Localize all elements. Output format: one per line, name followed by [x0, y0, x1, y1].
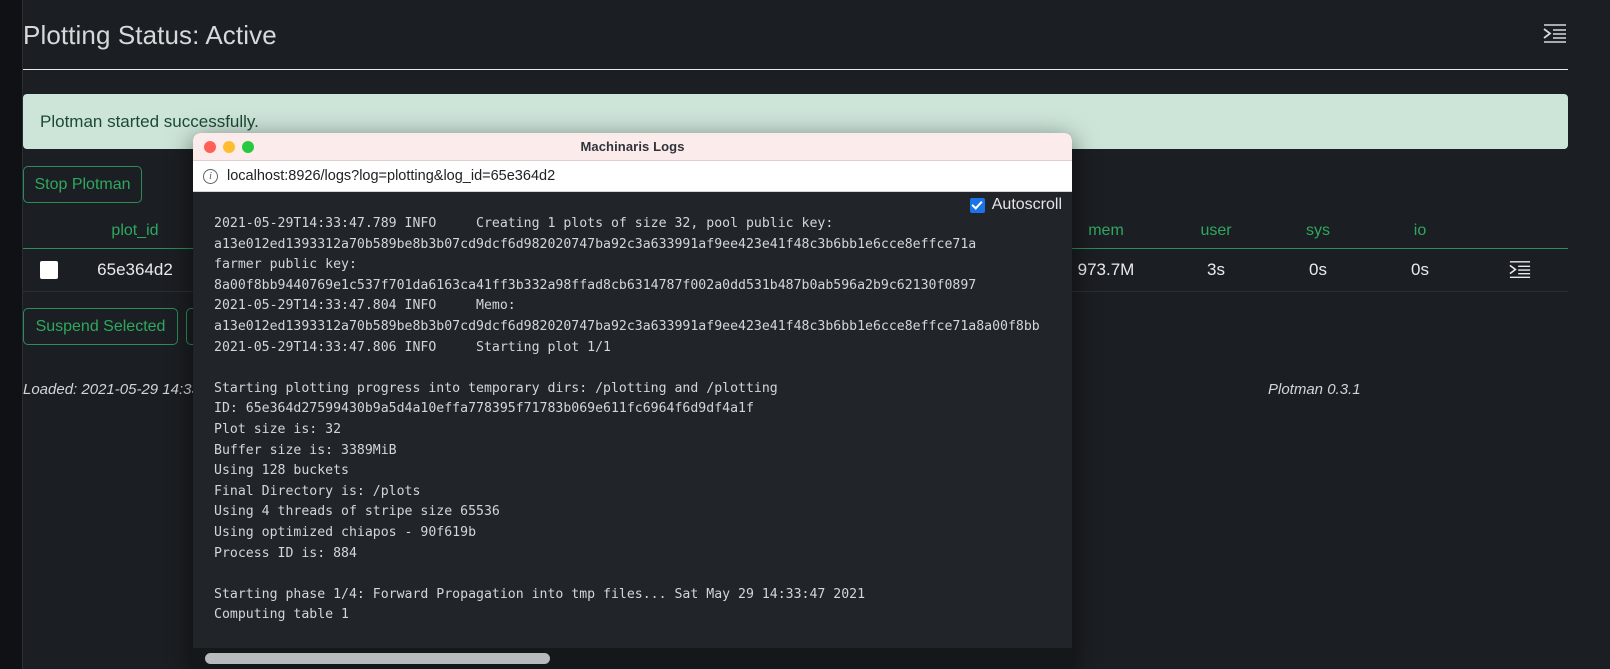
cell-plot-id: 65e364d2: [97, 260, 173, 279]
console-icon[interactable]: [1542, 22, 1568, 46]
log-viewer: Autoscroll 2021-05-29T14:33:47.789 INFO …: [193, 192, 1072, 669]
log-line: farmer public key:: [214, 257, 357, 273]
log-line: Final Directory is: /plots: [214, 483, 421, 499]
log-line: a13e012ed1393312a70b589be8b3b07cd9dcf6d9…: [214, 236, 977, 252]
log-line: Process ID is: 884: [214, 545, 357, 561]
column-header-sys: sys: [1306, 222, 1330, 239]
info-icon: i: [203, 168, 218, 184]
logs-window: Machinaris Logs i localhost:8926/logs?lo…: [193, 133, 1072, 669]
column-header-plot-id: plot_id: [111, 222, 159, 239]
log-line: 2021-05-29T14:33:47.804 INFO Memo:: [214, 298, 516, 314]
log-line: Buffer size is: 3389MiB: [214, 442, 397, 458]
log-line: Using 4 threads of stripe size 65536: [214, 504, 500, 520]
log-line: Starting phase 1/4: Forward Propagation …: [214, 586, 866, 602]
log-line: 2021-05-29T14:33:47.806 INFO Starting pl…: [214, 339, 611, 355]
autoscroll-toggle[interactable]: Autoscroll: [969, 196, 1062, 214]
loaded-timestamp: Loaded: 2021-05-29 14:33:: [23, 381, 204, 398]
cell-user: 3s: [1207, 260, 1225, 279]
log-line: 8a00f8bb9440769e1c537f701da6163ca41ff3b3…: [214, 277, 977, 293]
window-titlebar[interactable]: Machinaris Logs: [193, 133, 1072, 161]
log-line: Plot size is: 32: [214, 421, 342, 437]
log-line: Computing table 1: [214, 607, 349, 623]
page-title: Plotting Status: Active: [23, 20, 277, 50]
log-line: Starting plotting progress into temporar…: [214, 380, 778, 396]
row-console-icon[interactable]: [1472, 259, 1568, 281]
log-line: Using optimized chiapos - 90f619b: [214, 524, 477, 540]
url-bar[interactable]: i localhost:8926/logs?log=plotting&log_i…: [193, 161, 1072, 192]
column-header-io: io: [1413, 222, 1427, 239]
page-header: Plotting Status: Active: [23, 0, 1610, 73]
url-text: localhost:8926/logs?log=plotting&log_id=…: [227, 168, 556, 184]
log-line: 2021-05-29T14:33:47.789 INFO Creating 1 …: [214, 216, 834, 231]
log-line: a13e012ed1393312a70b589be8b3b07cd9dcf6d9…: [214, 318, 1040, 334]
cell-io: 0s: [1411, 260, 1429, 279]
plotman-version: Plotman 0.3.1: [1268, 381, 1361, 398]
app-root: Plotting Status: Active Plotman started …: [0, 0, 1610, 669]
sidebar-rail: [0, 0, 22, 669]
cell-sys: 0s: [1309, 260, 1327, 279]
row-select-cell: [23, 261, 75, 279]
stop-plotman-button[interactable]: Stop Plotman: [23, 166, 142, 203]
log-line: Using 128 buckets: [214, 463, 349, 479]
log-output[interactable]: 2021-05-29T14:33:47.789 INFO Creating 1 …: [193, 214, 1072, 648]
row-checkbox[interactable]: [40, 261, 58, 279]
suspend-selected-button[interactable]: Suspend Selected: [23, 308, 178, 345]
horizontal-scrollbar[interactable]: [193, 648, 1072, 669]
window-title: Machinaris Logs: [580, 139, 685, 154]
log-line: ID: 65e364d27599430b9a5d4a10effa778395f7…: [214, 401, 754, 417]
success-alert-message: Plotman started successfully.: [40, 111, 259, 131]
autoscroll-label: Autoscroll: [991, 196, 1062, 213]
column-header-user: user: [1200, 222, 1232, 239]
horizontal-scrollbar-thumb[interactable]: [205, 653, 550, 664]
header-divider: [23, 69, 1568, 70]
autoscroll-checkbox[interactable]: [969, 197, 985, 213]
